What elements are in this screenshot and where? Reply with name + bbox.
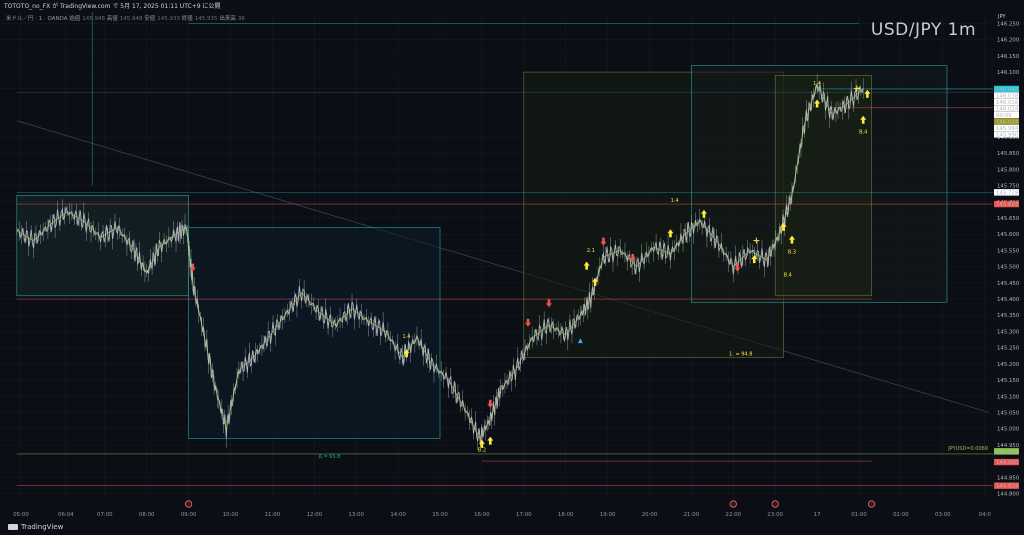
low-value: 145.933: [157, 16, 181, 22]
session-event-icon: [867, 500, 876, 508]
x-tick-label: 20:00: [642, 512, 658, 518]
zone-ratio-label: 1. = 94.8: [729, 352, 752, 358]
signal-label: 1.4: [813, 81, 821, 87]
session-event-icon: [729, 500, 737, 508]
x-tick-label: 15:00: [432, 512, 448, 518]
session-event-icon: [184, 500, 193, 508]
y-tick-label: 145.150: [997, 378, 1020, 384]
open-value: 145.948: [82, 16, 106, 22]
x-tick-label: 04:0: [979, 512, 992, 518]
session-event-icon: [771, 500, 779, 508]
high-label: 高値: [106, 16, 118, 22]
y-tick-label: 145.300: [997, 329, 1020, 335]
close-value: 145.935: [194, 16, 218, 22]
y-tick-label: 145.750: [997, 184, 1020, 190]
tradingview-logo-text: TradingView: [21, 523, 64, 531]
fx-rate-label: JPYUSD=0.0069: [947, 446, 988, 452]
y-tick-label: 146.150: [997, 54, 1020, 60]
y-tick-label: 145.200: [997, 362, 1020, 368]
volume-label: 出来高: [219, 16, 236, 22]
y-tick-label: 145.850: [997, 151, 1020, 157]
x-tick-label: 21:00: [684, 512, 700, 518]
x-tick-label: 05:00: [13, 512, 29, 518]
x-tick-label: 02:00: [893, 512, 909, 518]
y-tick-label: 145.350: [997, 313, 1020, 319]
signal-label: B.4: [859, 130, 867, 136]
price-label: 144.900: [996, 460, 1019, 466]
x-tick-label: 19:00: [600, 512, 616, 518]
open-label: 始値: [69, 16, 81, 22]
price-label: 146.024: [996, 119, 1019, 125]
signal-label: 1.4: [671, 198, 679, 204]
y-tick-label: 145.250: [997, 346, 1020, 352]
x-tick-label: 01:00: [851, 512, 867, 518]
signal-label: 2.1: [587, 248, 595, 254]
signal-label: B.3: [788, 250, 796, 256]
y-tick-label: 145.450: [997, 281, 1020, 287]
x-tick-label: 12:00: [307, 512, 323, 518]
price-label: 145.693: [996, 202, 1018, 208]
high-value: 145.948: [119, 16, 143, 22]
axis-unit-label: JPY: [998, 14, 1006, 20]
x-tick-label: 10:00: [223, 512, 239, 518]
y-tick-label: 146.250: [997, 21, 1020, 27]
x-tick-label: 08:00: [139, 512, 155, 518]
y-tick-label: 145.400: [997, 297, 1020, 303]
x-tick-label: 07:00: [97, 512, 113, 518]
y-tick-label: 144.800: [997, 492, 1020, 498]
x-tick-label: 13:00: [348, 512, 364, 518]
y-tick-label: 145.600: [997, 232, 1020, 238]
x-tick-label: 14:00: [390, 512, 406, 518]
zone-rally: [774, 75, 872, 297]
y-tick-label: 145.650: [997, 216, 1020, 222]
price-label: 144.922: [996, 449, 1018, 455]
price-label: 146.048: [996, 87, 1019, 93]
y-tick-label: 145.000: [997, 427, 1020, 433]
y-tick-label: 144.950: [997, 443, 1020, 449]
x-tick-label: 06:04: [58, 512, 74, 518]
price-chart[interactable]: Δ = 65.8 1. = 94.8 JPYUSD=0.0069 1.4 1.4 1.4 2…: [0, 0, 1024, 535]
low-label: 安値: [144, 16, 156, 22]
tradingview-mark-icon: [8, 524, 18, 530]
price-label: 145.729: [996, 190, 1019, 196]
symbol-legend: 米ドル／円 · 1 · OANDA 始値 145.948 高値 145.948 安値…: [6, 14, 245, 22]
price-label: 146.038: [996, 93, 1019, 99]
volume-value: 36: [237, 16, 245, 22]
signal-label: B.2: [478, 447, 486, 453]
symbol-label: 米ドル／円 · 1 · OANDA: [6, 16, 68, 22]
y-tick-label: 145.500: [997, 265, 1020, 271]
x-tick-label: 16:00: [474, 512, 490, 518]
x-tick-label: 03:00: [935, 512, 951, 518]
y-tick-label: 146.200: [997, 38, 1020, 44]
price-label: 145.994: [996, 126, 1019, 132]
signal-label: B.4: [784, 272, 792, 278]
x-tick-label: 17:00: [516, 512, 532, 518]
price-label: 144.824: [996, 484, 1019, 490]
y-tick-label: 145.550: [997, 248, 1020, 254]
x-tick-label: 11:00: [265, 512, 281, 518]
y-tick-label: 145.100: [997, 394, 1020, 400]
price-label: 00:09: [996, 113, 1012, 119]
y-tick-label: 146.100: [997, 70, 1020, 76]
footer-bar: [0, 519, 1024, 535]
x-tick-label: 09:00: [181, 512, 197, 518]
price-label: 146.024: [996, 106, 1019, 112]
y-tick-label: 144.850: [997, 475, 1020, 481]
price-label: 146.016: [996, 100, 1019, 106]
y-tick-label: 145.050: [997, 410, 1020, 416]
x-tick-label: 23:00: [767, 512, 783, 518]
x-tick-label: 18:00: [558, 512, 574, 518]
x-tick-label: 17: [814, 512, 821, 518]
price-label: 145.990: [996, 132, 1019, 138]
chart-title: USD/JPY 1m: [870, 20, 976, 40]
tradingview-logo[interactable]: TradingView: [8, 523, 63, 531]
zone-delta-label: Δ = 65.8: [318, 454, 340, 460]
y-axis: 146.250146.200146.150146.100146.050145.9…: [993, 12, 1024, 519]
y-tick-label: 145.800: [997, 167, 1020, 173]
x-tick-label: 22:00: [726, 512, 742, 518]
close-label: 終値: [181, 16, 193, 22]
signal-label: 1.4: [403, 334, 411, 340]
